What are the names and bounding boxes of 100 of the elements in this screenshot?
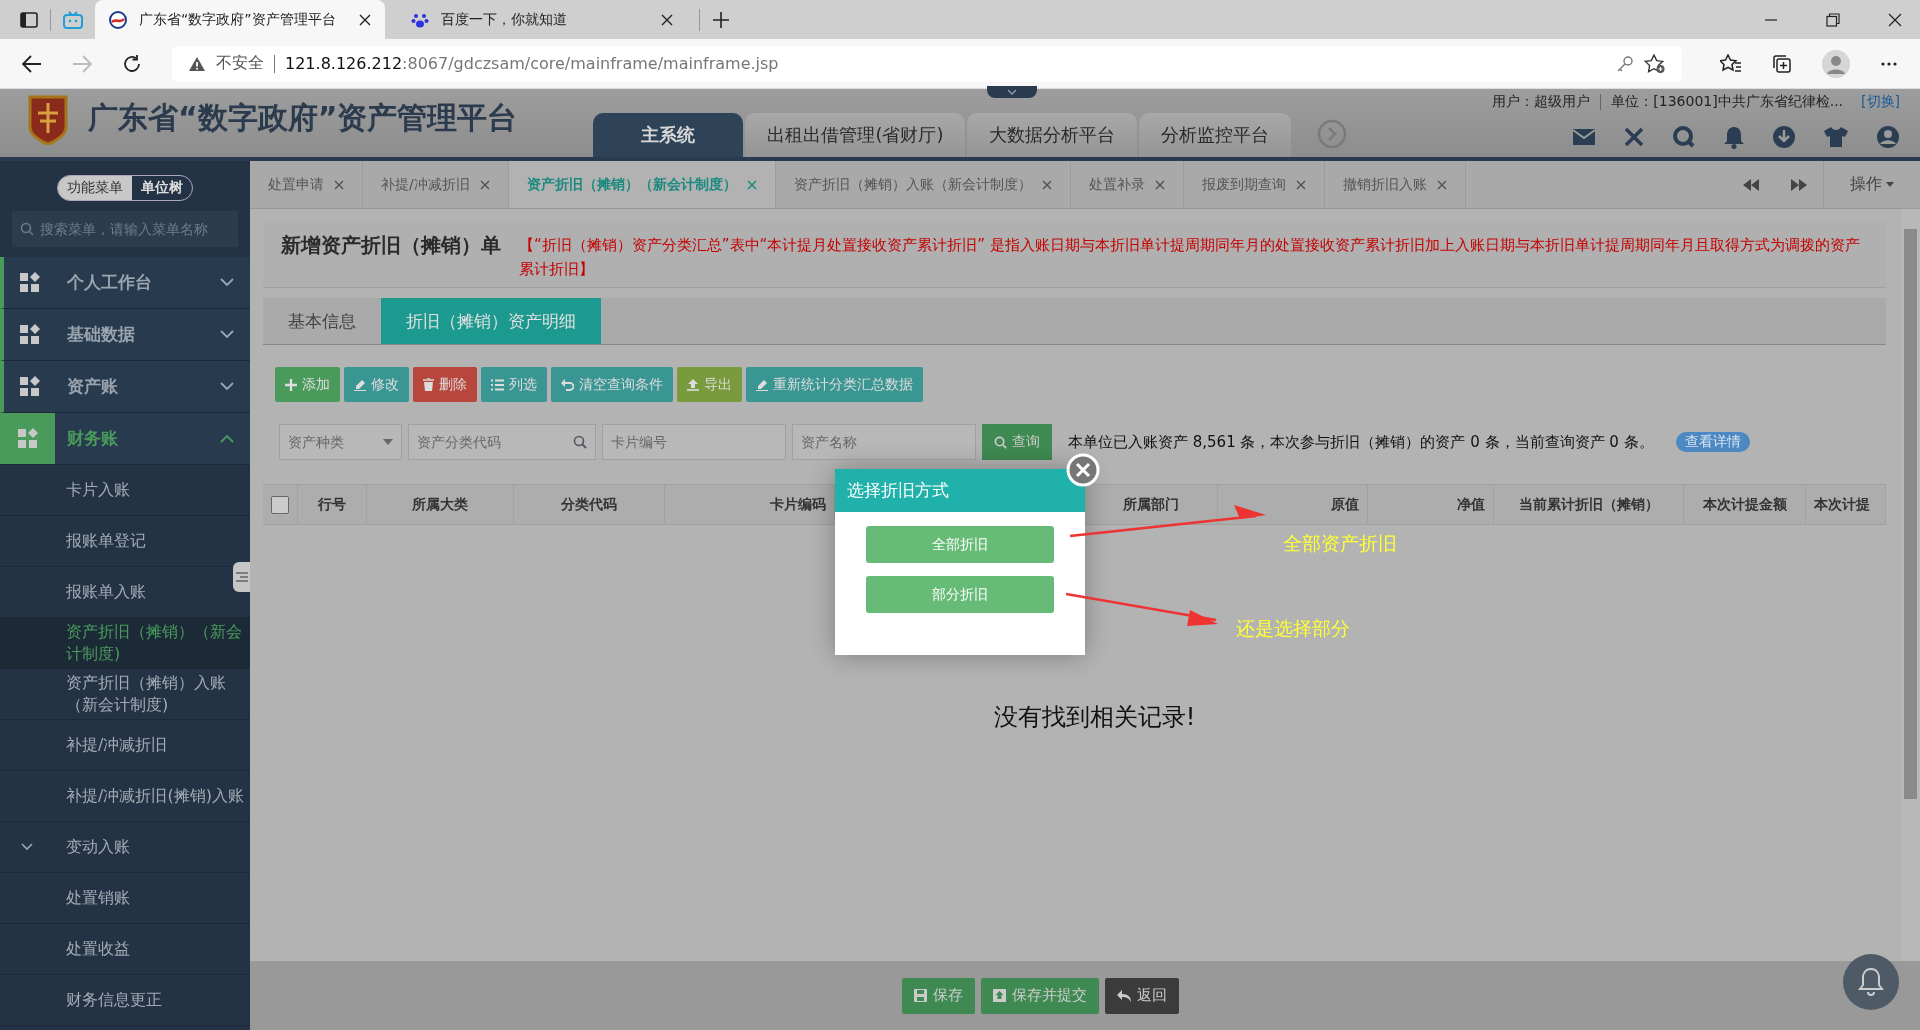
notification-bell-icon[interactable] (1843, 954, 1899, 1010)
list-icon (491, 378, 504, 391)
menu-group[interactable]: 个人工作台 (0, 257, 250, 309)
trash-icon (423, 378, 434, 391)
undo-icon (561, 378, 574, 391)
column-header[interactable]: 行号 (318, 495, 346, 514)
chevron-down-icon (1007, 89, 1017, 95)
chevron-icon (220, 330, 234, 339)
column-header[interactable]: 本次计提金额 (1702, 495, 1787, 514)
apps-icon (18, 375, 41, 398)
url-text: 121.8.126.212:8067/gdczsam/core/mainframe/mainframe.jsp (285, 54, 779, 73)
page-tab[interactable]: 处置补录 (1070, 161, 1184, 208)
user-label: 用户：超级用户 (1492, 93, 1591, 111)
scrollbar[interactable] (1901, 209, 1920, 961)
toolbar-button[interactable]: 删除 (413, 367, 477, 402)
close-icon[interactable] (1888, 12, 1902, 27)
menu-item[interactable]: 变动入账 (0, 822, 250, 873)
column-header[interactable]: 所属大类 (412, 495, 468, 514)
input-field[interactable]: 资产分类代码 (408, 424, 596, 460)
column-header[interactable]: 原值 (1331, 495, 1359, 514)
notice-text: 【“折旧（摊销）资产分类汇总”表中“本计提月处置接收资产累计折旧” 是指入账日期与本折旧单计提周期同年月的处置接收资产累计折旧加上入账日期与本折旧单计提周期同年月且取得方式为调拨的资产累计折旧】 (519, 235, 1861, 280)
header-collapse-tab[interactable] (987, 86, 1037, 98)
page-tab[interactable]: 补提/冲减折旧 (363, 161, 509, 208)
pencil-icon (756, 378, 768, 391)
chevron-icon (21, 843, 33, 851)
nav-tab[interactable]: 主系统 (593, 113, 744, 157)
key-icon[interactable] (1616, 54, 1634, 73)
new-tab-icon[interactable] (712, 10, 730, 29)
menu-item[interactable]: 补提/冲减折旧 (0, 720, 250, 771)
checkbox[interactable] (271, 495, 289, 514)
apps-icon (18, 271, 41, 294)
mail-icon[interactable] (1572, 127, 1596, 147)
search-icon (20, 222, 34, 236)
column-header[interactable]: 卡片编码 (770, 495, 826, 514)
input-field[interactable]: 卡片编号 (602, 424, 786, 460)
page-tab[interactable]: 资产折旧（摊销）入账（新会计制度） (775, 161, 1071, 208)
column-header[interactable]: 本次计提 (1814, 495, 1870, 514)
page-tab[interactable]: 撤销折旧入账 (1324, 161, 1466, 208)
sidebar-toggle-icon[interactable] (20, 11, 38, 28)
column-header[interactable]: 净值 (1457, 495, 1485, 514)
menu-search-field[interactable]: 搜索菜单，请输入菜单名称 (12, 211, 238, 247)
warning-icon (188, 55, 206, 72)
form-title: 新增资产折旧（摊销）单 (281, 233, 501, 257)
shirt-icon[interactable] (1823, 126, 1849, 148)
menu-group[interactable]: 财务账 (0, 413, 250, 465)
more-icon[interactable] (1880, 60, 1898, 67)
menu-group[interactable]: 资产账 (0, 361, 250, 413)
restore-icon[interactable] (1826, 12, 1840, 27)
search-icon (573, 435, 587, 449)
site-logo-icon (109, 10, 127, 29)
collapse-handle[interactable] (233, 562, 250, 592)
close-icon[interactable] (661, 13, 673, 26)
menu-group[interactable]: 基础数据 (0, 309, 250, 361)
favorite-add-icon[interactable] (1644, 53, 1666, 74)
menu-item[interactable]: 资产折旧（摊销）入账（新会计制度) (0, 669, 250, 720)
back-icon[interactable] (22, 54, 42, 73)
operations-menu[interactable]: 操作 (1823, 161, 1920, 208)
browser-tab[interactable]: 百度一下，你就知道 (397, 0, 687, 39)
toggle-option[interactable]: 单位树 (132, 176, 192, 200)
menu-item[interactable]: 卡片入账 (0, 465, 250, 516)
input-field[interactable]: 资产名称 (792, 424, 976, 460)
close-icon[interactable] (359, 13, 371, 26)
menu-item[interactable]: 处置收益 (0, 924, 250, 975)
user-icon[interactable] (1876, 125, 1900, 149)
select-field[interactable]: 资产种类 (279, 424, 402, 460)
column-header[interactable]: 分类代码 (561, 495, 617, 514)
download-icon[interactable] (1772, 125, 1796, 149)
menu-item[interactable]: 补提/冲减折旧(摊销)入账 (0, 771, 250, 822)
refresh-icon[interactable] (122, 53, 142, 74)
address-bar[interactable]: 不安全 121.8.126.212:8067/gdczsam/core/mainframe/mainframe.jsp (172, 45, 1682, 82)
profile-avatar-icon[interactable] (1822, 49, 1850, 78)
app-title: 广东省“数字政府”资产管理平台 (88, 99, 518, 137)
nav-tab[interactable]: 大数据分析平台 (967, 113, 1138, 157)
menu-item[interactable]: 资产折旧（摊销）（新会计制度) (0, 618, 250, 669)
empty-message: 没有找到相关记录! (993, 702, 1196, 733)
footer-button[interactable]: 返回 (1104, 977, 1179, 1014)
toggle-option[interactable]: 功能菜单 (58, 176, 132, 200)
save-icon (913, 989, 927, 1002)
dialog-title: 选择折旧方式 (835, 469, 1085, 512)
section-tab[interactable]: 基本信息 (263, 298, 381, 344)
page-tab[interactable]: 处置申请 (250, 161, 363, 208)
annotation-text: 还是选择部分 (1236, 616, 1350, 641)
rewind-icon[interactable] (1742, 177, 1760, 192)
nav-tab[interactable]: 出租出借管理(省财厅) (745, 113, 966, 157)
favorites-icon[interactable] (1720, 53, 1742, 74)
search-icon[interactable] (1672, 125, 1696, 149)
bell-icon[interactable] (1723, 125, 1745, 149)
menu-icon (235, 572, 248, 582)
details-link[interactable]: 查看详情 (1675, 432, 1750, 452)
upload-icon (687, 378, 699, 391)
fast-forward-icon[interactable] (1790, 177, 1808, 192)
upload-icon (992, 989, 1006, 1002)
nav-tab[interactable]: 分析监控平台 (1139, 113, 1292, 157)
chevron-icon (220, 278, 234, 287)
page-tab[interactable]: 报废到期查询 (1183, 161, 1325, 208)
collections-icon[interactable] (1772, 53, 1792, 74)
browser-tab[interactable]: 广东省“数字政府”资产管理平台 (95, 0, 385, 39)
menu-item[interactable]: 处置销账 (0, 873, 250, 924)
column-header[interactable]: 所属部门 (1123, 495, 1179, 514)
column-header[interactable]: 当前累计折旧（摊销） (1518, 495, 1659, 514)
